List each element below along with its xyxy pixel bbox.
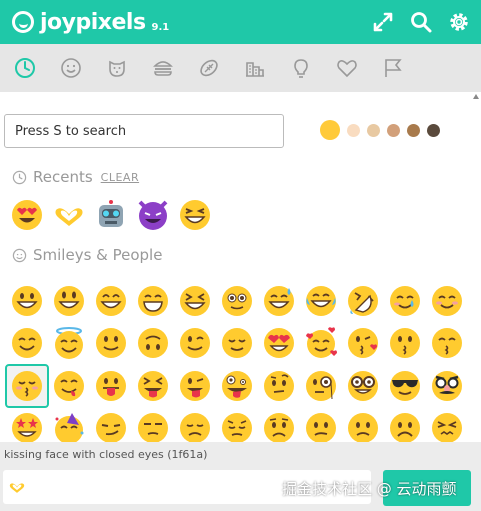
emoji-sweat-smile[interactable]: [260, 282, 298, 320]
animals-icon: [109, 60, 125, 77]
food-icon: [153, 61, 173, 76]
category-recent[interactable]: [6, 44, 44, 92]
emoji-beaming[interactable]: [134, 282, 172, 320]
emoji-frowning[interactable]: [386, 409, 424, 442]
emoji-kissing-heart[interactable]: [344, 324, 382, 362]
scrollbar[interactable]: [472, 92, 481, 442]
clear-recents-link[interactable]: CLEAR: [101, 171, 139, 184]
emoji-relaxed[interactable]: [428, 282, 466, 320]
skin-tone-medium-dark[interactable]: [407, 123, 420, 137]
travel-icon: [246, 62, 264, 77]
emoji-kissing-closed-eyes[interactable]: [8, 367, 46, 405]
emoji-worried[interactable]: [260, 409, 298, 442]
header: joypixels 9.1: [0, 0, 481, 44]
scroll-up-arrow-icon[interactable]: [473, 94, 479, 99]
version-label: 9.1: [151, 21, 170, 33]
joypixels-logo-icon: [12, 11, 34, 33]
symbols-icon: [337, 60, 357, 78]
emoji-heart-eyes[interactable]: [8, 196, 46, 234]
emoji-persevere[interactable]: [428, 409, 466, 442]
emoji-star-struck[interactable]: [8, 409, 46, 442]
search-icon[interactable]: [409, 10, 433, 34]
category-flags[interactable]: [374, 44, 412, 92]
emoji-nerd[interactable]: [344, 367, 382, 405]
emoji-kissing[interactable]: [386, 324, 424, 362]
emoji-wink[interactable]: [176, 324, 214, 362]
emoji-face-with-raised-eyebrow[interactable]: [260, 367, 298, 405]
category-objects[interactable]: [282, 44, 320, 92]
smileys-header: Smileys & People: [12, 246, 162, 264]
category-travel[interactable]: [236, 44, 274, 92]
skin-tone-default[interactable]: [320, 120, 340, 140]
emoji-description: kissing face with closed eyes (1f61a): [4, 448, 208, 461]
emoji-grinning-smiling-eyes[interactable]: [92, 282, 130, 320]
emoji-smiling-tear[interactable]: [386, 282, 424, 320]
emoji-disappointed[interactable]: [176, 409, 214, 442]
smileys-icon: [61, 58, 81, 78]
emoji-grinning-squint[interactable]: [176, 196, 214, 234]
smileys-title: Smileys & People: [33, 246, 163, 264]
smiley-section-icon: [12, 248, 27, 262]
emoji-innocent[interactable]: [50, 324, 88, 362]
emoji-robot[interactable]: [92, 196, 130, 234]
category-smileys[interactable]: [52, 44, 90, 92]
emoji-zany[interactable]: [218, 367, 256, 405]
emoji-blush[interactable]: [8, 324, 46, 362]
expand-icon[interactable]: [371, 10, 395, 34]
recents-title: Recents: [33, 168, 93, 186]
emoji-partying[interactable]: [50, 409, 88, 442]
emoji-tongue[interactable]: [92, 367, 130, 405]
emoji-disguised[interactable]: [428, 367, 466, 405]
activity-icon: [200, 59, 218, 77]
category-activity[interactable]: [190, 44, 228, 92]
emoji-monocle[interactable]: [302, 367, 340, 405]
emoji-winking-tongue[interactable]: [176, 367, 214, 405]
emoji-slightly-frowning[interactable]: [344, 409, 382, 442]
category-symbols[interactable]: [328, 44, 366, 92]
footer: kissing face with closed eyes (1f61a): [0, 442, 481, 511]
output-heart-hands-emoji: [9, 483, 25, 493]
emoji-yum[interactable]: [50, 367, 88, 405]
skin-tone-light[interactable]: [347, 123, 360, 137]
emoji-smirk[interactable]: [92, 409, 130, 442]
category-food[interactable]: [144, 44, 182, 92]
emoji-squinting-tongue[interactable]: [134, 367, 172, 405]
flags-icon: [385, 59, 402, 77]
recents-header: Recents CLEAR: [12, 168, 139, 186]
objects-icon: [294, 59, 308, 78]
emoji-slight-smile[interactable]: [92, 324, 130, 362]
skin-tone-medium-light[interactable]: [367, 123, 380, 137]
brand-name: joypixels: [40, 9, 146, 35]
emoji-holding-tears[interactable]: [218, 282, 256, 320]
skin-tone-selector: [320, 120, 440, 140]
gear-icon[interactable]: [447, 10, 471, 34]
emoji-grinning[interactable]: [8, 282, 46, 320]
emoji-sunglasses[interactable]: [386, 367, 424, 405]
emoji-smiling-hearts[interactable]: [302, 324, 340, 362]
category-animals[interactable]: [98, 44, 136, 92]
emoji-joy[interactable]: [302, 282, 340, 320]
emoji-panel: Recents CLEAR Smileys & People: [0, 92, 470, 442]
recent-clock-icon: [15, 58, 35, 78]
logo: joypixels 9.1: [12, 8, 169, 36]
emoji-unamused[interactable]: [134, 409, 172, 442]
emoji-heart-hands[interactable]: [50, 196, 88, 234]
emoji-smiling-devil[interactable]: [134, 196, 172, 234]
watermark: 掘金技术社区 @ 云动雨颤: [282, 480, 457, 498]
emoji-kissing-smiling-eyes[interactable]: [428, 324, 466, 362]
category-bar: [0, 44, 481, 92]
emoji-pensive[interactable]: [218, 409, 256, 442]
emoji-confused[interactable]: [302, 409, 340, 442]
emoji-grinning-big-eyes[interactable]: [50, 282, 88, 320]
skin-tone-dark[interactable]: [427, 123, 440, 137]
emoji-rofl[interactable]: [344, 282, 382, 320]
emoji-heart-eyes-2[interactable]: [260, 324, 298, 362]
clock-icon: [12, 170, 27, 184]
skin-tone-medium[interactable]: [387, 123, 400, 137]
emoji-squinting[interactable]: [176, 282, 214, 320]
emoji-relieved[interactable]: [218, 324, 256, 362]
emoji-upside-down[interactable]: [134, 324, 172, 362]
search-input[interactable]: [4, 114, 284, 148]
